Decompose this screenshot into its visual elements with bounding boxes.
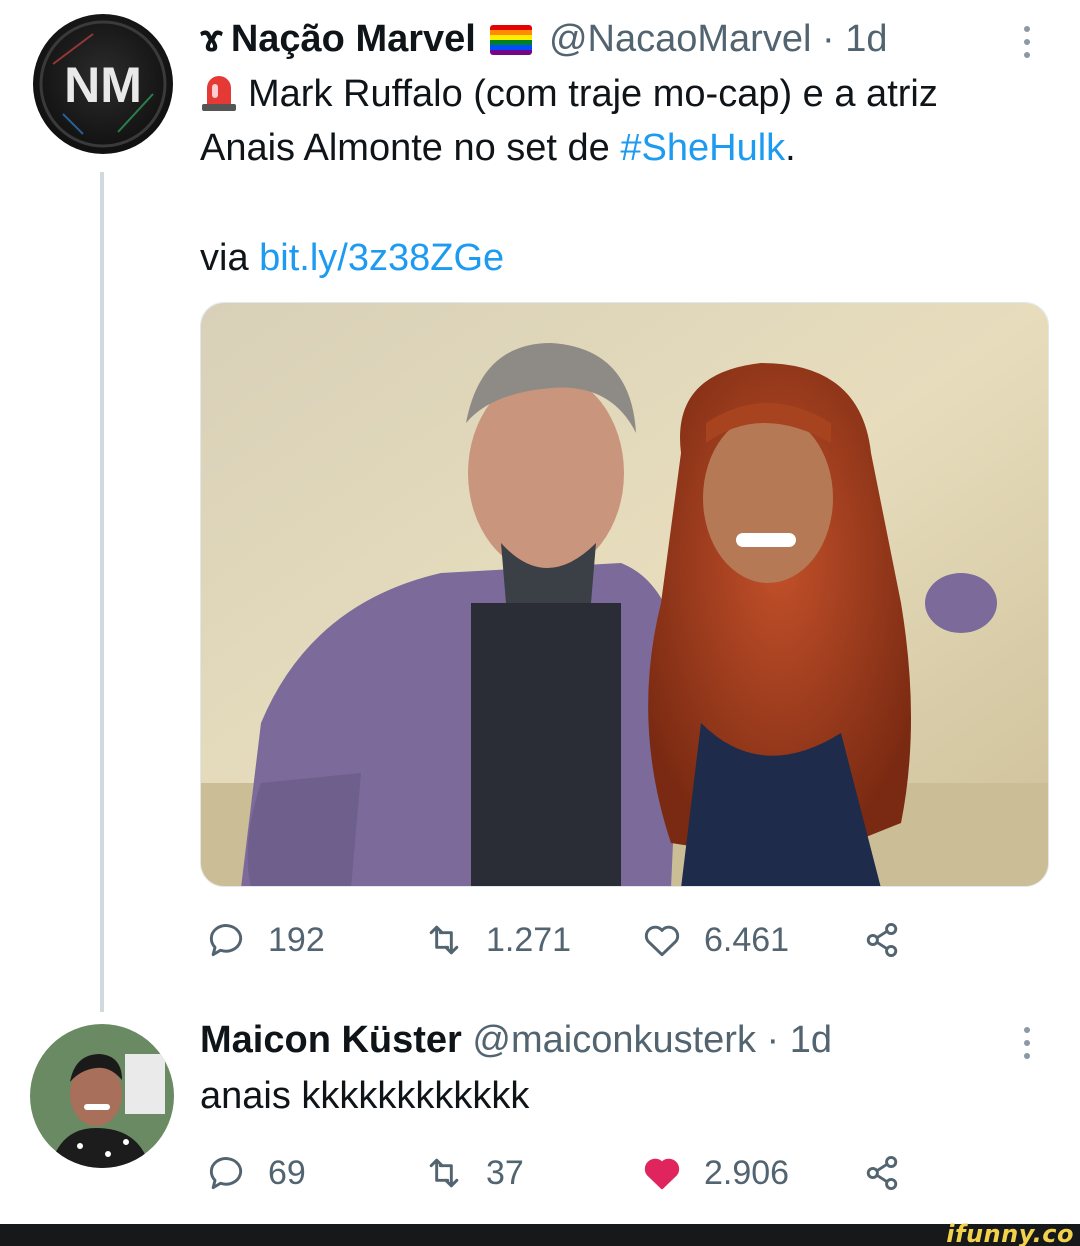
tweet2-timestamp[interactable]: 1d (790, 1019, 832, 1061)
hashtag-link[interactable]: #SheHulk (620, 127, 785, 169)
tweet2-display-name[interactable]: Maicon Küster (200, 1019, 462, 1061)
via-label: via (200, 237, 260, 279)
tweet1-text-line1: Mark Ruffalo (com traje mo-cap) e a atri… (200, 67, 938, 121)
police-light-icon (202, 76, 236, 111)
name-prefix-symbol: ɤ (200, 18, 223, 60)
speech-bubble-icon (209, 1157, 243, 1190)
speech-bubble-icon (209, 924, 243, 957)
short-url-link[interactable]: bit.ly/3z38ZGe (259, 237, 504, 279)
more-options-icon[interactable] (1020, 1027, 1034, 1059)
retweet-count: 37 (486, 1153, 524, 1192)
avatar-nacao-marvel[interactable]: NM (33, 14, 173, 154)
tweet1-line1-text: Mark Ruffalo (com traje mo-cap) e a atri… (248, 73, 938, 115)
retweet-arrows-icon (429, 925, 459, 955)
reply-button[interactable]: 69 (204, 1143, 306, 1203)
tweet2-header: Maicon Küster @maiconkusterk · 1d (200, 1017, 832, 1063)
retweet-count: 1.271 (486, 920, 572, 959)
heart-icon (644, 925, 680, 957)
tweet1-timestamp[interactable]: 1d (845, 18, 887, 60)
more-options-icon[interactable] (1020, 26, 1034, 58)
heart-filled-icon (644, 1158, 680, 1190)
share-button[interactable] (860, 910, 924, 970)
share-button[interactable] (860, 1143, 924, 1203)
tweet1-text-line2: Anais Almonte no set de #SheHulk. (200, 121, 796, 175)
share-nodes-icon (866, 1155, 898, 1191)
reply-count: 69 (268, 1153, 306, 1192)
footer-bar: ifunny.co (0, 1220, 1080, 1246)
reply-button[interactable]: 192 (204, 910, 325, 970)
reply-count: 192 (268, 920, 325, 959)
like-count: 2.906 (704, 1153, 790, 1192)
svg-text:NM: NM (64, 57, 142, 113)
like-button[interactable]: 6.461 (640, 910, 789, 970)
share-nodes-icon (866, 922, 898, 958)
rainbow-flag-icon (490, 25, 533, 55)
tweet1-separator: · (821, 18, 835, 60)
tweet1-line2-period: . (785, 127, 796, 169)
tweet2-handle[interactable]: @maiconkusterk (472, 1019, 756, 1061)
ifunny-watermark: ifunny.co (946, 1220, 1074, 1246)
tweet1-display-name[interactable]: Nação Marvel (231, 18, 476, 60)
tweet2-text: anais kkkkkkkkkkkk (200, 1075, 530, 1117)
set-photo-image (201, 303, 1048, 886)
tweet1-via-line: via bit.ly/3z38ZGe (200, 231, 504, 285)
nm-logo-icon: NM (39, 20, 167, 148)
avatar-maicon-kuster[interactable] (30, 1024, 174, 1168)
user-photo-avatar (30, 1024, 174, 1168)
tweet1-handle[interactable]: @NacaoMarvel (549, 18, 811, 60)
like-count: 6.461 (704, 920, 790, 959)
retweet-button[interactable]: 1.271 (422, 910, 571, 970)
tweet1-line2-text: Anais Almonte no set de (200, 127, 621, 169)
retweet-button[interactable]: 37 (422, 1143, 524, 1203)
tweet1-header: ɤ Nação Marvel @NacaoMarvel · 1d (200, 16, 887, 62)
tweet2-separator: · (766, 1019, 780, 1061)
retweet-arrows-icon (429, 1158, 459, 1188)
tweet1-action-bar: 192 1.271 6.461 (200, 910, 920, 970)
tweet2-action-bar: 69 37 2.906 (200, 1143, 920, 1203)
tweet-media-photo[interactable] (200, 302, 1049, 887)
like-button-active[interactable]: 2.906 (640, 1143, 789, 1203)
thread-connector-line (100, 172, 104, 1012)
